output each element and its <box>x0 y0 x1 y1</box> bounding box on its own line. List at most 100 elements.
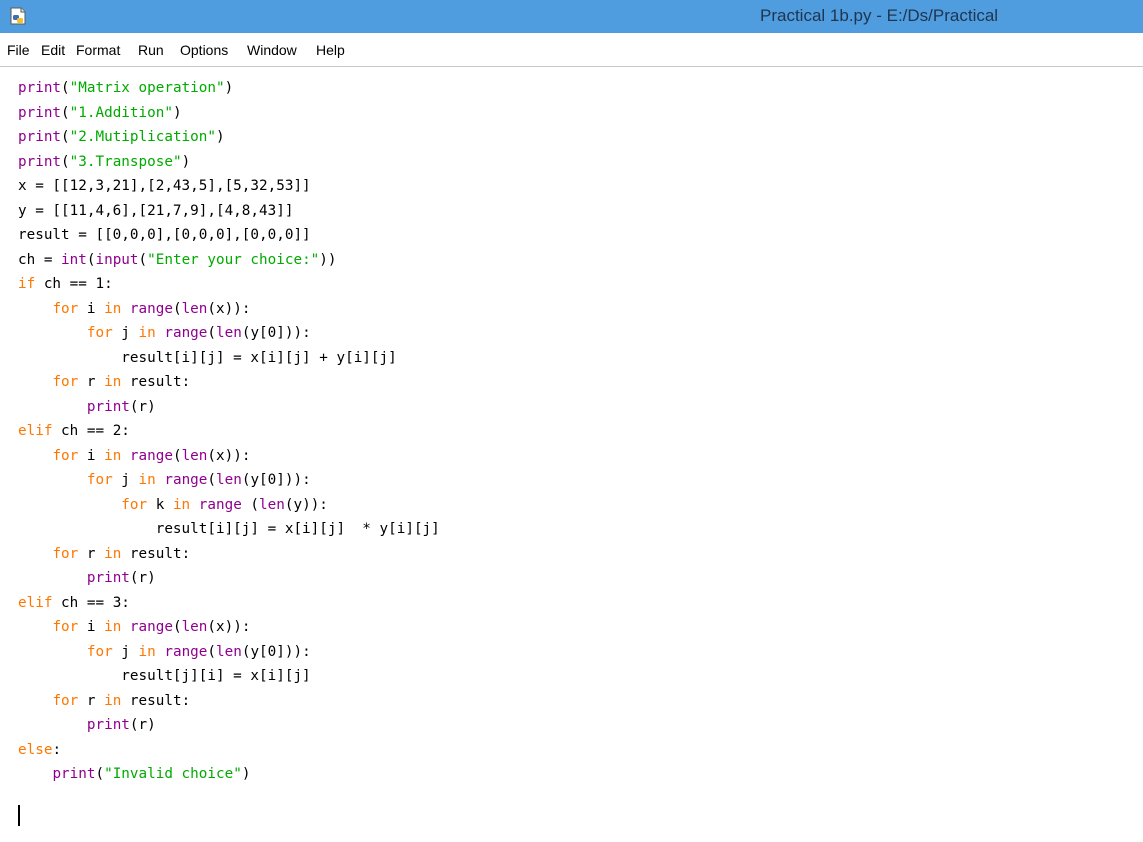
code-line[interactable]: for k in range (len(y)): <box>18 493 440 518</box>
menu-help[interactable]: Help <box>316 42 345 58</box>
code-token: )) <box>319 251 337 268</box>
code-line[interactable]: y = [[11,4,6],[21,7,9],[4,8,43]] <box>18 199 440 224</box>
code-token: ( <box>61 104 70 121</box>
code-token: ( <box>61 153 70 170</box>
keyword-token: for <box>86 472 113 488</box>
code-token: (r) <box>129 717 156 733</box>
title-bar[interactable]: Practical 1b.py - E:/Ds/Practical <box>0 0 1143 33</box>
python-file-icon[interactable] <box>9 7 27 25</box>
code-token: ch == 3: <box>52 594 130 611</box>
keyword-token: for <box>52 300 79 317</box>
code-token: y = [[11,4,6],[21,7,9],[4,8,43]] <box>18 202 294 219</box>
code-line[interactable]: for r in result: <box>18 542 440 567</box>
code-line[interactable]: elif ch == 2: <box>18 419 440 444</box>
code-token: ( <box>207 643 217 660</box>
keyword-token: elif <box>18 594 53 611</box>
menu-edit[interactable]: Edit <box>41 42 65 58</box>
code-line[interactable]: print("2.Mutiplication") <box>18 125 440 150</box>
keyword-token: for <box>52 447 79 464</box>
builtin-token: int <box>61 251 87 268</box>
code-token: r <box>78 692 105 709</box>
code-line[interactable]: for j in range(len(y[0])): <box>18 321 440 346</box>
menu-file[interactable]: File <box>7 42 30 58</box>
code-line[interactable]: ch = int(input("Enter your choice:")) <box>18 248 440 273</box>
code-line[interactable]: print(r) <box>18 566 440 591</box>
builtin-token: len <box>181 447 208 464</box>
code-line[interactable]: for i in range(len(x)): <box>18 615 440 640</box>
keyword-token: in <box>104 374 122 390</box>
builtin-token: range <box>129 619 173 635</box>
builtin-token: print <box>52 766 96 782</box>
code-line[interactable]: result[i][j] = x[i][j] * y[i][j] <box>18 517 440 542</box>
code-token: (x)): <box>207 447 251 464</box>
code-line[interactable]: for j in range(len(y[0])): <box>18 468 440 493</box>
code-token: ( <box>172 619 182 635</box>
string-token: "2.Mutiplication" <box>69 129 216 145</box>
builtin-token: range <box>129 300 173 317</box>
code-token: ) <box>215 129 225 145</box>
code-token: x = [[12,3,21],[2,43,5],[5,32,53]] <box>18 178 311 194</box>
keyword-token: in <box>104 619 122 635</box>
code-line[interactable]: print("Matrix operation") <box>18 76 440 101</box>
builtin-token: len <box>259 496 285 513</box>
keyword-token: if <box>18 276 36 292</box>
menu-run[interactable]: Run <box>138 42 164 58</box>
keyword-token: elif <box>18 423 53 439</box>
string-token: "Invalid choice" <box>104 766 242 782</box>
builtin-token: print <box>18 129 62 145</box>
code-token: j <box>112 643 139 660</box>
code-token: ) <box>181 153 191 170</box>
code-token: ( <box>61 80 70 96</box>
keyword-token: in <box>104 692 122 709</box>
code-line[interactable]: result = [[0,0,0],[0,0,0],[0,0,0]] <box>18 223 440 248</box>
builtin-token: range <box>198 496 242 513</box>
code-line[interactable]: for r in result: <box>18 689 440 714</box>
code-line[interactable]: result[j][i] = x[i][j] <box>18 664 440 689</box>
keyword-token: in <box>104 447 122 464</box>
string-token: "Matrix operation" <box>69 80 225 96</box>
code-line[interactable]: for i in range(len(x)): <box>18 444 440 469</box>
code-line[interactable]: result[i][j] = x[i][j] + y[i][j] <box>18 346 440 371</box>
code-token: result = [[0,0,0],[0,0,0],[0,0,0]] <box>18 227 311 243</box>
menu-window[interactable]: Window <box>247 42 297 58</box>
code-line[interactable]: print("3.Transpose") <box>18 150 440 175</box>
code-token: ch == 2: <box>52 423 130 439</box>
code-token: ) <box>224 80 234 96</box>
menu-options[interactable]: Options <box>180 42 228 58</box>
code-token: (r) <box>129 398 156 415</box>
code-line[interactable]: for i in range(len(x)): <box>18 297 440 322</box>
code-line[interactable]: print(r) <box>18 395 440 420</box>
code-line[interactable]: for j in range(len(y[0])): <box>18 640 440 665</box>
code-token: result[i][j] = x[i][j] + y[i][j] <box>18 349 397 366</box>
code-line[interactable]: else: <box>18 738 440 763</box>
code-line[interactable]: for r in result: <box>18 370 440 395</box>
code-token: ) <box>172 104 182 121</box>
builtin-token: range <box>164 643 208 660</box>
code-line[interactable]: print("1.Addition") <box>18 101 440 126</box>
string-token: "1.Addition" <box>69 104 173 121</box>
code-editor[interactable]: print("Matrix operation") print("1.Additi… <box>0 67 1143 842</box>
code-line[interactable]: print(r) <box>18 713 440 738</box>
builtin-token: len <box>216 325 242 341</box>
keyword-token: in <box>104 545 122 562</box>
builtin-token: len <box>216 643 242 660</box>
code-text[interactable]: print("Matrix operation") print("1.Additi… <box>18 76 440 787</box>
builtin-token: print <box>86 717 130 733</box>
menu-format[interactable]: Format <box>76 42 120 58</box>
code-line[interactable]: x = [[12,3,21],[2,43,5],[5,32,53]] <box>18 174 440 199</box>
code-token: result[j][i] = x[i][j] <box>18 668 311 684</box>
code-line[interactable]: elif ch == 3: <box>18 591 440 616</box>
code-line[interactable]: print("Invalid choice") <box>18 762 440 787</box>
builtin-token: range <box>129 447 173 464</box>
keyword-token: in <box>172 496 191 513</box>
builtin-token: len <box>216 472 242 488</box>
code-line[interactable]: if ch == 1: <box>18 272 440 297</box>
